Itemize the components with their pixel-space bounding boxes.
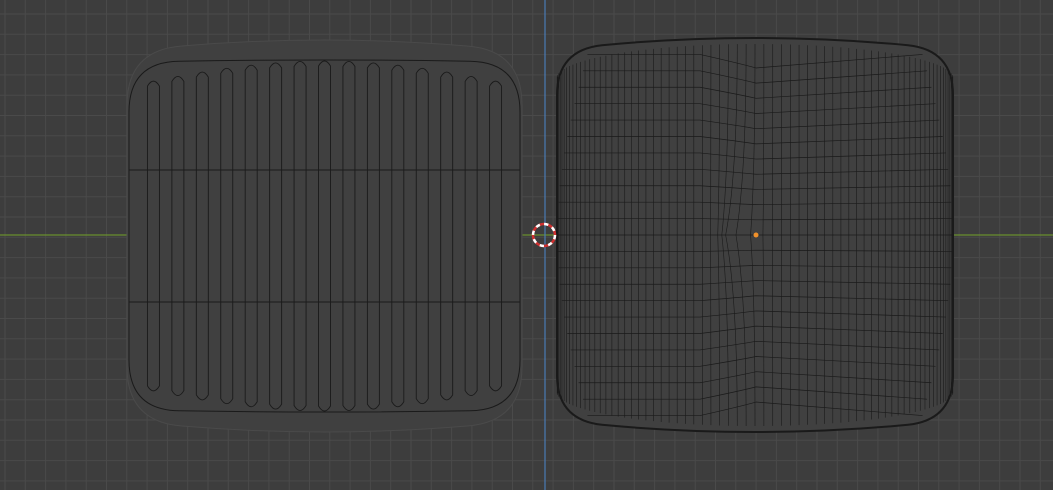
left-object-mesh[interactable] [126,39,523,433]
3d-viewport[interactable] [0,0,1053,490]
left-object-outline [126,39,523,433]
object-origin-icon [753,232,759,238]
